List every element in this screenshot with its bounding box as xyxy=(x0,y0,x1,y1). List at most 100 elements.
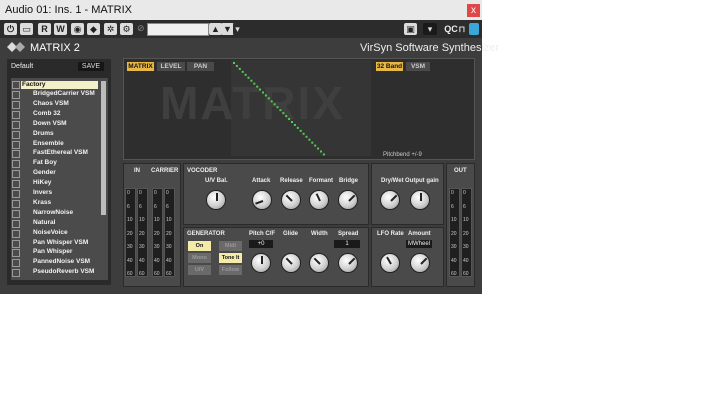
meter-tick-label: 20 xyxy=(139,230,145,237)
preset-icon xyxy=(12,140,20,149)
preset-item[interactable]: FastEthereal VSM xyxy=(33,149,88,156)
preset-item[interactable]: Down VSM xyxy=(33,120,67,127)
qc-button[interactable]: QC xyxy=(444,23,458,35)
lfo-rate-knob[interactable] xyxy=(380,253,400,273)
preset-item[interactable]: Drums xyxy=(33,130,54,137)
vsm-button[interactable]: VSM xyxy=(406,62,430,71)
spread-knob[interactable] xyxy=(338,253,358,273)
lock-icon[interactable]: ⊓ xyxy=(458,23,466,35)
matrix-node xyxy=(262,91,264,94)
preset-item[interactable]: Gender xyxy=(33,169,56,176)
meter-tick-label: 20 xyxy=(154,230,160,237)
write-button[interactable]: W xyxy=(54,23,67,35)
attack-label: Attack xyxy=(252,178,271,184)
meter-tick-label: 40 xyxy=(451,257,457,264)
tab-pan[interactable]: PAN xyxy=(187,62,214,71)
preset-folder[interactable]: Factory xyxy=(21,81,98,89)
preset-item[interactable]: NoiseVoice xyxy=(33,229,68,236)
amount-knob[interactable] xyxy=(410,253,430,273)
mwheel-value[interactable]: MWheel xyxy=(406,240,432,248)
preset-icon xyxy=(12,120,20,129)
dropdown-chevron-icon[interactable]: ▾ xyxy=(233,23,242,35)
meter-tick-label: 30 xyxy=(451,244,457,250)
formant-knob[interactable] xyxy=(309,190,329,210)
preset-item[interactable]: Invers xyxy=(33,189,52,196)
output-gain-knob[interactable] xyxy=(410,190,430,210)
matrix-node xyxy=(273,103,276,106)
save-button[interactable]: SAVE xyxy=(78,62,104,71)
preset-item[interactable]: PannedNoise VSM xyxy=(33,258,90,265)
meter-tick-label: 0 xyxy=(154,190,157,196)
meter-tick-label: 60 xyxy=(139,271,145,277)
drywet-knob[interactable] xyxy=(380,190,400,210)
meter-tick-label: 30 xyxy=(154,244,160,250)
tab-matrix[interactable]: MATRIX xyxy=(127,62,154,71)
bridge-knob[interactable] xyxy=(338,190,358,210)
preset-icon xyxy=(12,229,20,238)
preset-item[interactable]: HiKey xyxy=(33,179,51,186)
toneit-button[interactable]: Tone It xyxy=(219,253,242,263)
menu-chevron-icon[interactable]: ▾ xyxy=(423,23,437,35)
meter-tick-label: 0 xyxy=(127,190,130,196)
follow-button[interactable]: Follow xyxy=(219,265,242,275)
meter-tick-label: 20 xyxy=(451,230,457,237)
pitchbend-label: Pitchbend +/-9 xyxy=(383,152,422,158)
spread-value[interactable]: 1 xyxy=(334,240,360,248)
release-knob[interactable] xyxy=(281,190,301,210)
drywet-label: Dry/Wet xyxy=(381,178,404,184)
bypass-icon[interactable]: ▭ xyxy=(20,23,33,35)
mono-button[interactable]: Mono xyxy=(188,253,211,263)
preset-icon xyxy=(12,239,20,248)
attack-knob[interactable] xyxy=(252,190,272,210)
on-button[interactable]: On xyxy=(188,241,211,251)
preset-icon xyxy=(12,190,20,198)
preset-item[interactable]: Natural xyxy=(33,219,55,226)
lfo-rate-label: LFO Rate xyxy=(377,231,404,237)
release-label: Release xyxy=(280,178,303,184)
close-button[interactable]: x xyxy=(467,4,480,17)
preset-item[interactable]: Pan Whisper VSM xyxy=(33,239,88,246)
width-knob[interactable] xyxy=(309,253,329,273)
tab-level[interactable]: LEVEL xyxy=(157,62,185,71)
preset-item[interactable]: BridgedCarrier VSM xyxy=(33,90,95,97)
sidechain-icon[interactable]: ◉ xyxy=(71,23,84,35)
matrix-node xyxy=(235,64,238,67)
power-icon[interactable]: ⏻ xyxy=(4,23,17,35)
preset-icon xyxy=(12,219,20,228)
uv-bal-knob[interactable] xyxy=(206,190,226,210)
preset-item[interactable]: PseudoReverb VSM xyxy=(33,268,94,275)
preset-item[interactable]: Comb 32 xyxy=(33,110,60,117)
preset-item[interactable]: NarrowNoise xyxy=(33,209,73,216)
midi-icon[interactable]: ◆ xyxy=(87,23,100,35)
preset-bank[interactable]: Default xyxy=(11,63,33,70)
read-button[interactable]: R xyxy=(38,23,51,35)
pitch-value[interactable]: +0 xyxy=(249,240,273,248)
preset-item[interactable]: Pan Whisper xyxy=(33,248,72,255)
camera-icon[interactable]: ▣ xyxy=(404,23,417,35)
generator-label: GENERATOR xyxy=(187,231,225,237)
preset-item[interactable]: Fat Boy xyxy=(33,159,57,166)
preset-item[interactable]: Krass xyxy=(33,199,51,206)
pitch-knob[interactable] xyxy=(251,253,271,273)
gear-icon[interactable]: ⚙ xyxy=(120,23,133,35)
preset-item[interactable]: Ensemble xyxy=(33,140,64,147)
matrix-node xyxy=(291,121,293,123)
vendor-name: VirSyn Software Synthesizer xyxy=(360,42,500,54)
width-label: Width xyxy=(311,231,328,237)
preset-item[interactable]: Chaos VSM xyxy=(33,100,69,107)
midi-button[interactable]: Midi xyxy=(219,241,242,251)
meter-tick-label: 20 xyxy=(166,230,172,237)
preset-input[interactable] xyxy=(147,23,209,36)
meter-tick-label: 6 xyxy=(451,203,454,210)
meter-tick-label: 40 xyxy=(139,257,145,264)
window-icon[interactable] xyxy=(469,23,479,35)
uv-button[interactable]: U/V xyxy=(188,265,211,275)
matrix-node xyxy=(299,129,302,132)
settings-icon[interactable]: ✲ xyxy=(104,23,117,35)
scrollbar[interactable] xyxy=(101,81,106,215)
meter-tick-label: 6 xyxy=(154,203,157,210)
glide-knob[interactable] xyxy=(281,253,301,273)
meter-tick-label: 10 xyxy=(139,217,145,223)
meter-tick-label: 60 xyxy=(463,271,469,277)
band-button[interactable]: 32 Band xyxy=(376,62,403,71)
